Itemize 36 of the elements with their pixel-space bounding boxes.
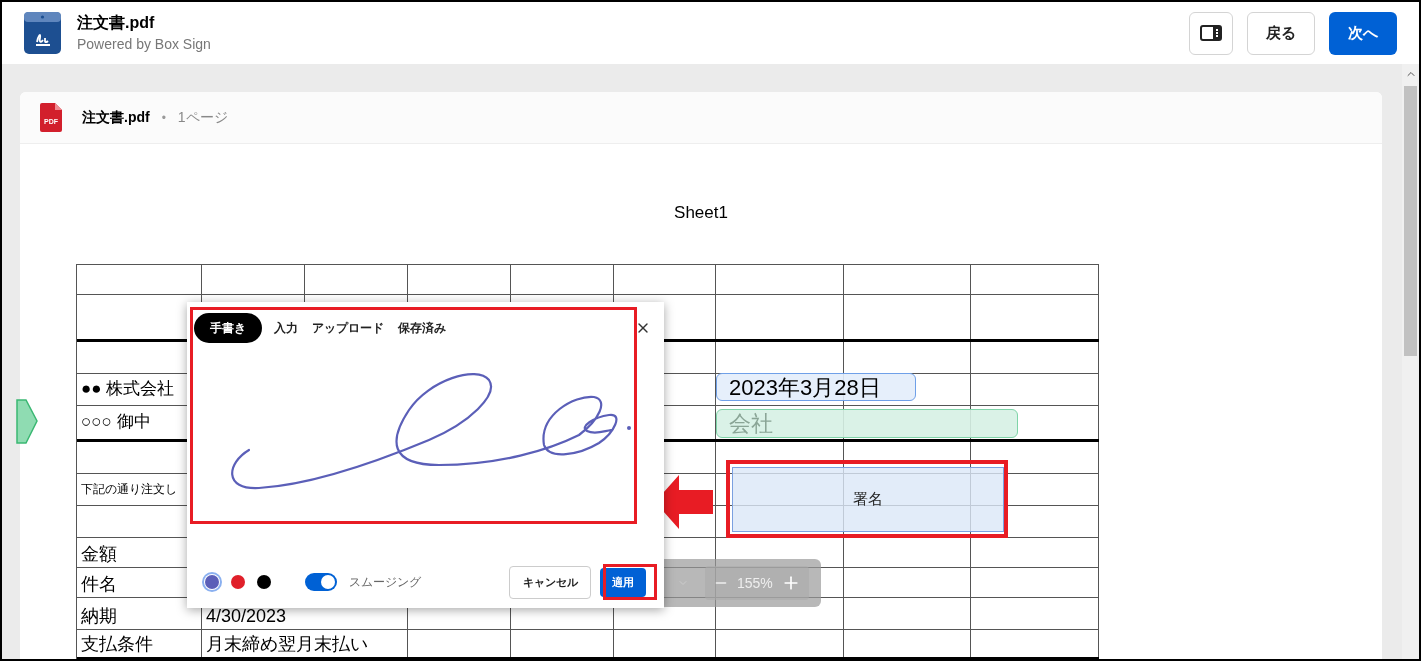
highlight-box xyxy=(603,564,657,600)
color-swatch[interactable] xyxy=(205,575,219,589)
table-cell-text: ○○○ 御中 xyxy=(81,411,151,434)
page-marker-icon xyxy=(16,398,38,445)
table-cell-text: 件名 xyxy=(81,572,117,596)
date-field[interactable]: 2023年3月28日 xyxy=(716,373,916,401)
color-swatch[interactable] xyxy=(231,575,245,589)
signature-app-icon xyxy=(24,12,61,54)
color-swatch[interactable] xyxy=(257,575,271,589)
document-title: 注文書.pdf xyxy=(77,13,156,33)
powered-by-text: Powered by Box Sign xyxy=(77,35,211,54)
page-count: 1ページ xyxy=(177,108,228,127)
signature-tab[interactable]: 入力 xyxy=(272,313,300,343)
sheet-title: Sheet1 xyxy=(674,203,728,222)
table-cell-text: 支払条件 xyxy=(81,632,153,656)
smoothing-label: スムージング xyxy=(349,574,421,591)
table-cell-text: ●● 株式会社 xyxy=(81,378,175,401)
back-button[interactable]: 戻る xyxy=(1247,11,1315,55)
table-cell-text: 下記の通り注文し xyxy=(81,481,177,498)
apply-button[interactable]: 適用 xyxy=(600,567,646,597)
signature-tab[interactable]: 手書き xyxy=(194,313,262,343)
smoothing-toggle[interactable] xyxy=(305,573,337,591)
table-cell-text: 金額 xyxy=(81,542,117,566)
signature-field[interactable]: 署名 xyxy=(732,467,1004,532)
separator-dot: • xyxy=(161,109,166,127)
file-name: 注文書.pdf xyxy=(82,108,150,127)
zoom-level: 155% xyxy=(737,573,773,593)
signature-tab[interactable]: 保存済み xyxy=(396,313,448,343)
table-cell-text: 月末締め翌月末払い xyxy=(206,632,368,656)
table-cell-text: 納期 xyxy=(81,604,117,628)
table-cell-text: 4/30/2023 xyxy=(206,604,287,628)
signature-tab[interactable]: アップロード xyxy=(310,313,386,343)
side-panel-icon xyxy=(1200,25,1222,41)
side-panel-button[interactable] xyxy=(1189,11,1233,55)
next-button[interactable]: 次へ xyxy=(1329,11,1397,55)
cancel-button[interactable]: キャンセル xyxy=(509,565,591,599)
